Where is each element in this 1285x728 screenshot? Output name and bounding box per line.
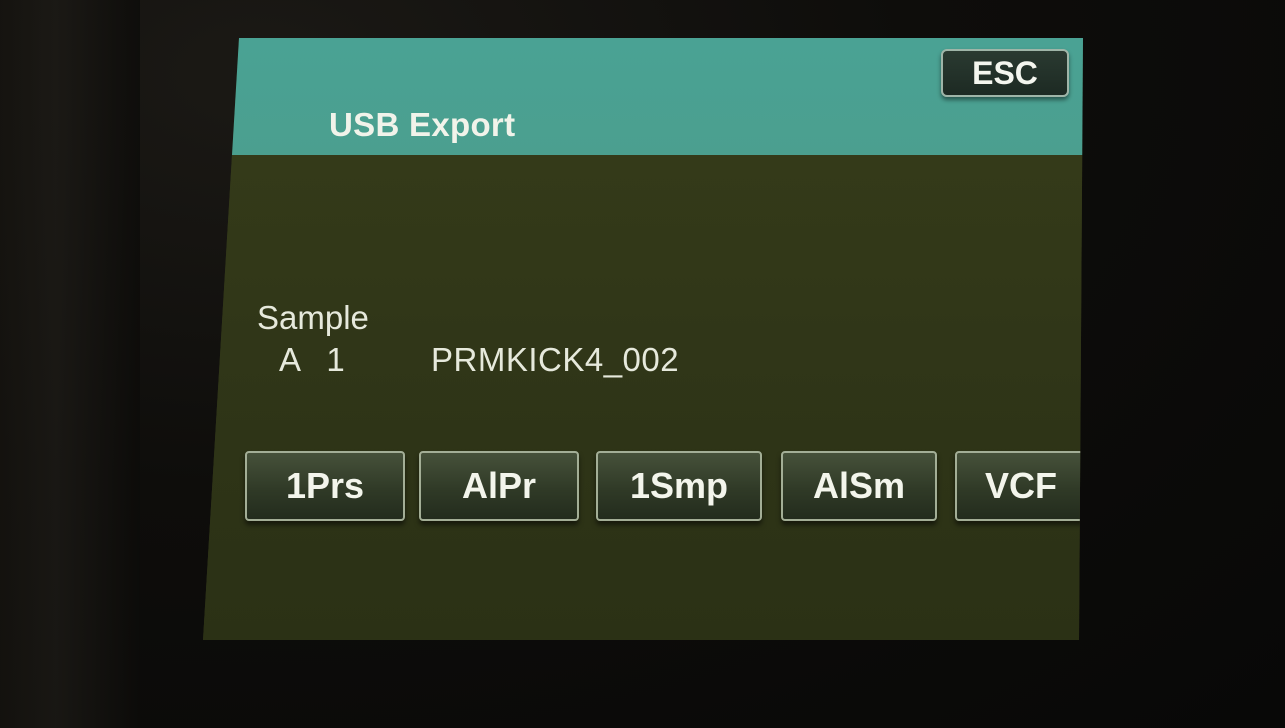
esc-button[interactable]: ESC: [941, 49, 1069, 97]
softkey-alsm-button[interactable]: AlSm: [781, 451, 937, 521]
sample-slot: A 1: [279, 341, 345, 378]
softkey-1smp-button[interactable]: 1Smp: [596, 451, 762, 521]
page-title: USB Export: [329, 106, 516, 143]
device-bezel: USB Export ESC Sample A 1 PRMKICK4_002 1…: [0, 0, 1285, 728]
softkey-1prs-button[interactable]: 1Prs: [245, 451, 405, 521]
lcd-screen: USB Export ESC Sample A 1 PRMKICK4_002 1…: [203, 38, 1083, 640]
softkey-alpr-button[interactable]: AlPr: [419, 451, 579, 521]
header-bar: USB Export ESC: [203, 38, 1083, 155]
softkey-vcf-button[interactable]: VCF: [955, 451, 1083, 521]
sample-label: Sample: [257, 299, 369, 336]
content-area: [203, 155, 1083, 640]
sample-name: PRMKICK4_002: [431, 341, 680, 378]
bezel-edge: [0, 0, 140, 728]
